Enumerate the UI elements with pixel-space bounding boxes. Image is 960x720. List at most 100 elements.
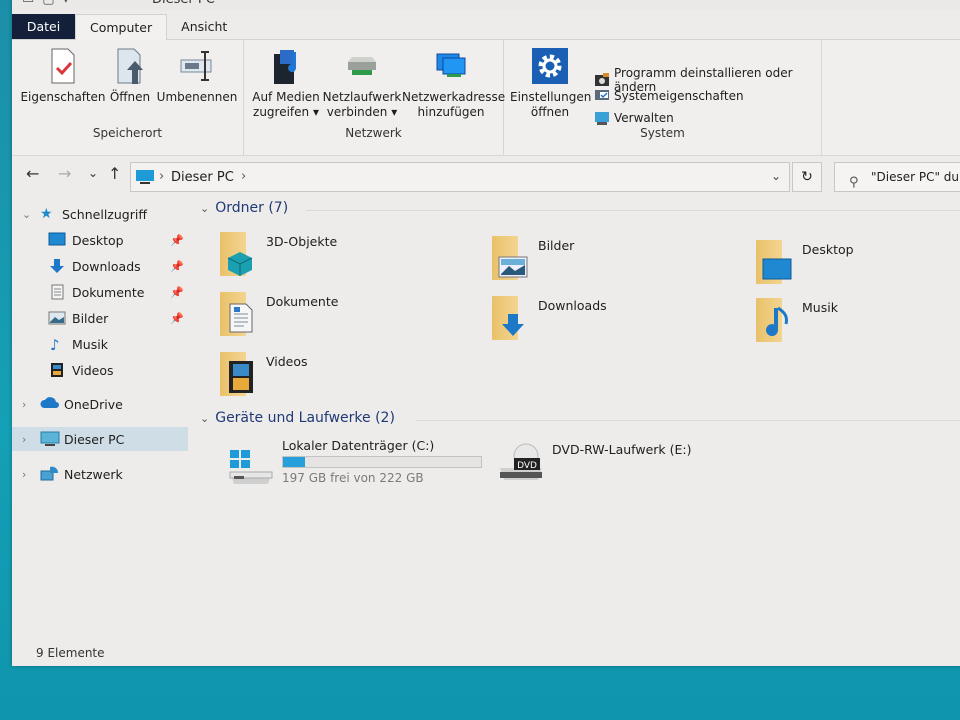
- sidebar-item-onedrive[interactable]: › OneDrive: [12, 392, 188, 416]
- add-network-location-label-2: hinzufügen: [417, 105, 485, 119]
- pin-icon[interactable]: 📌: [170, 234, 184, 247]
- back-button[interactable]: ←: [26, 164, 39, 183]
- search-input[interactable]: ⚲ "Dieser PC" durchsuchen: [834, 162, 960, 192]
- folder-label: Downloads: [538, 298, 607, 313]
- system-properties-icon: [594, 88, 610, 104]
- sidebar-label: Videos: [72, 362, 114, 378]
- sidebar-item-musik[interactable]: ♪ Musik: [12, 332, 188, 356]
- media-server-icon: [266, 46, 306, 86]
- folder-tile-videos[interactable]: Videos: [216, 350, 456, 406]
- music-icon: ♪: [50, 336, 60, 354]
- pin-icon[interactable]: 📌: [170, 286, 184, 299]
- content-pane: ⌄ Ordner (7) 3D-Objekte Bilder Desktop D…: [196, 196, 960, 636]
- properties-quick-icon[interactable]: ▭: [22, 0, 34, 7]
- breadcrumb-dieser-pc[interactable]: Dieser PC: [171, 170, 234, 185]
- drive-tile-c[interactable]: Lokaler Datenträger (C:) 197 GB frei von…: [226, 438, 496, 492]
- ribbon: Eigenschaften Öffnen Umbenennen Speicher…: [12, 40, 960, 156]
- folder-label: Musik: [802, 300, 838, 315]
- add-network-location-button[interactable]: Netzwerkadresse hinzufügen: [402, 46, 505, 120]
- up-button[interactable]: ↑: [108, 164, 121, 183]
- pictures-icon: [48, 310, 66, 326]
- section-header-drives[interactable]: ⌄ Geräte und Laufwerke (2): [200, 410, 395, 426]
- file-explorer-window: ▭ ▢ ▾ Dieser PC Datei Computer Ansicht E…: [12, 0, 960, 666]
- refresh-button[interactable]: ↻: [792, 162, 822, 192]
- sidebar-item-schnellzugriff[interactable]: ⌄ ★ Schnellzugriff: [12, 202, 188, 226]
- access-media-button[interactable]: Auf Medien zugreifen ▾: [250, 46, 322, 120]
- sidebar-label: Bilder: [72, 310, 109, 326]
- 3d-objects-folder-icon: [216, 230, 260, 278]
- network-drive-icon: [342, 46, 382, 86]
- section-divider: [306, 210, 960, 211]
- forward-button[interactable]: →: [58, 164, 71, 183]
- quick-access-star-icon: ★: [40, 206, 53, 222]
- sidebar-label: Schnellzugriff: [62, 206, 147, 222]
- sidebar-label: Desktop: [72, 232, 124, 248]
- open-button[interactable]: Öffnen: [106, 46, 154, 105]
- map-network-drive-label-1: Netzlaufwerk: [322, 90, 402, 104]
- tab-datei[interactable]: Datei: [12, 14, 75, 39]
- folder-tile-3d-objekte[interactable]: 3D-Objekte: [216, 230, 456, 286]
- open-settings-button[interactable]: Einstellungen öffnen: [510, 46, 592, 120]
- sidebar-label: OneDrive: [64, 396, 123, 412]
- sidebar-label: Dieser PC: [64, 431, 125, 447]
- folder-tile-bilder[interactable]: Bilder: [488, 234, 728, 290]
- this-pc-icon: [40, 431, 60, 447]
- sidebar-item-downloads[interactable]: Downloads 📌: [12, 254, 188, 278]
- open-settings-label-1: Einstellungen: [510, 90, 592, 104]
- rename-button[interactable]: Umbenennen: [154, 46, 240, 105]
- folder-tile-dokumente[interactable]: Dokumente: [216, 290, 456, 346]
- chevron-right-icon[interactable]: ›: [22, 468, 26, 481]
- section-header-folders[interactable]: ⌄ Ordner (7): [200, 200, 288, 216]
- desktop-folder-icon: [752, 238, 796, 286]
- ribbon-group-netzwerk: Auf Medien zugreifen ▾ Netzlaufwerk verb…: [244, 40, 505, 156]
- breadcrumb-separator[interactable]: ›: [241, 169, 246, 184]
- sidebar-item-dokumente[interactable]: Dokumente 📌: [12, 280, 188, 304]
- search-placeholder: "Dieser PC" durchsuchen: [871, 170, 960, 184]
- sidebar-label: Dokumente: [72, 284, 145, 300]
- sidebar-label: Downloads: [72, 258, 141, 274]
- pin-icon[interactable]: 📌: [170, 312, 184, 325]
- manage-icon: [594, 110, 610, 126]
- drive-label: DVD-RW-Laufwerk (E:): [552, 442, 692, 457]
- address-bar[interactable]: › Dieser PC › ⌄: [130, 162, 790, 192]
- chevron-down-icon[interactable]: ⌄: [200, 412, 209, 425]
- sidebar-item-bilder[interactable]: Bilder 📌: [12, 306, 188, 330]
- sidebar-item-netzwerk[interactable]: › Netzwerk: [12, 462, 188, 486]
- pin-icon[interactable]: 📌: [170, 260, 184, 273]
- folder-tile-desktop[interactable]: Desktop: [752, 238, 960, 294]
- quick-access-toolbar: ▭ ▢ ▾: [22, 0, 69, 7]
- manage-button[interactable]: Verwalten: [594, 110, 674, 126]
- recent-locations-button[interactable]: ⌄: [88, 166, 98, 180]
- window-title: Dieser PC: [152, 0, 215, 7]
- drive-tile-e[interactable]: DVD DVD-RW-Laufwerk (E:): [496, 442, 766, 496]
- sidebar-item-dieser-pc[interactable]: › Dieser PC: [12, 427, 188, 451]
- sidebar-item-desktop[interactable]: Desktop 📌: [12, 228, 188, 252]
- tab-computer[interactable]: Computer: [75, 14, 168, 41]
- customize-qat-icon[interactable]: ▾: [63, 0, 70, 7]
- uninstall-program-icon: [594, 72, 610, 88]
- chevron-down-icon[interactable]: ⌄: [22, 208, 31, 221]
- chevron-down-icon[interactable]: ⌄: [200, 202, 209, 215]
- open-icon: [110, 46, 150, 86]
- rename-icon: [177, 46, 217, 86]
- drive-usage-fill: [283, 457, 306, 467]
- sidebar-item-videos[interactable]: Videos: [12, 358, 188, 382]
- network-location-icon: [431, 46, 471, 86]
- downloads-folder-icon: [488, 294, 532, 342]
- folder-label: Videos: [266, 354, 308, 369]
- folder-tile-musik[interactable]: Musik: [752, 296, 960, 352]
- section-divider: [416, 420, 960, 421]
- properties-button[interactable]: Eigenschaften: [20, 46, 106, 105]
- address-history-dropdown[interactable]: ⌄: [771, 169, 781, 183]
- chevron-right-icon[interactable]: ›: [22, 398, 26, 411]
- manage-label: Verwalten: [614, 111, 674, 125]
- system-properties-button[interactable]: Systemeigenschaften: [594, 88, 744, 104]
- tab-ansicht[interactable]: Ansicht: [167, 14, 241, 39]
- folder-tile-downloads[interactable]: Downloads: [488, 294, 728, 350]
- group-label-system: System: [640, 126, 685, 140]
- chevron-right-icon[interactable]: ›: [22, 433, 26, 446]
- system-properties-label: Systemeigenschaften: [614, 89, 744, 103]
- map-network-drive-button[interactable]: Netzlaufwerk verbinden ▾: [322, 46, 402, 120]
- new-folder-quick-icon[interactable]: ▢: [42, 0, 54, 7]
- section-title: Ordner (7): [215, 200, 289, 216]
